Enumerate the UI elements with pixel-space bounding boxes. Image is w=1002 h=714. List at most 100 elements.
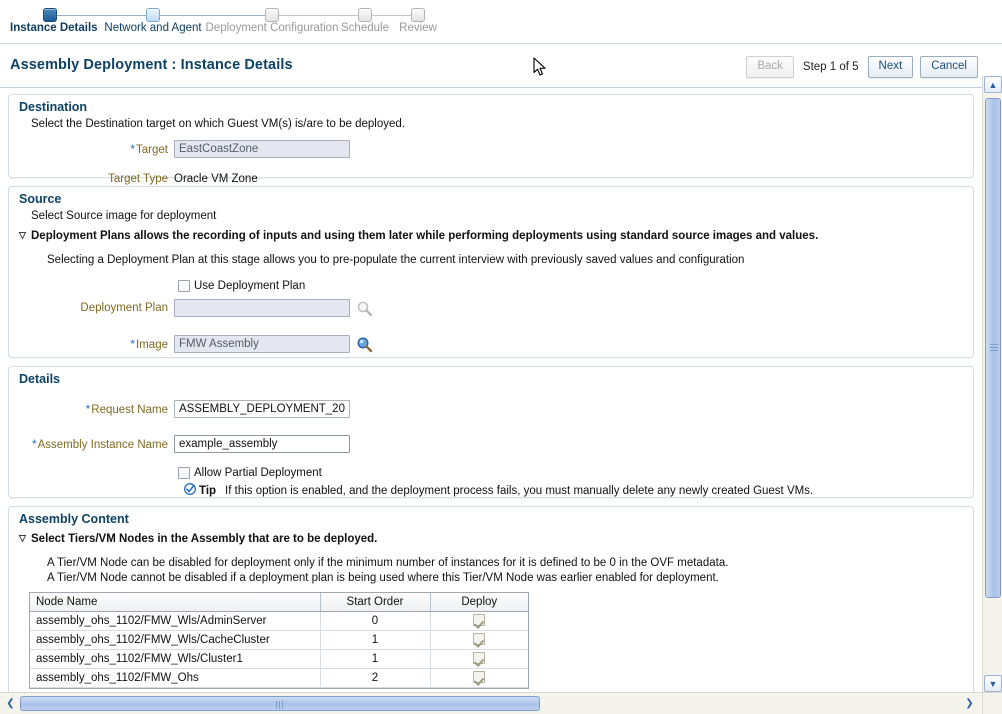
- table-body: assembly_ohs_1102/FMW_Wls/AdminServer 0 as…: [30, 611, 528, 688]
- deploy-checkbox[interactable]: [473, 614, 486, 626]
- column-header-node-name[interactable]: Node Name: [30, 593, 321, 612]
- panel-title-source: Source: [19, 192, 62, 206]
- request-name-input[interactable]: [174, 400, 350, 418]
- request-name-row: *Request Name: [9, 398, 973, 420]
- assembly-content-note-2: A Tier/VM Node cannot be disabled if a d…: [47, 572, 719, 584]
- column-header-deploy[interactable]: Deploy: [430, 593, 528, 612]
- use-deployment-plan-label: Use Deployment Plan: [194, 280, 306, 292]
- source-instruction: Select Source image for deployment: [31, 210, 217, 222]
- train-step-label-1: Instance Details: [10, 22, 98, 34]
- cell-deploy[interactable]: [430, 611, 528, 631]
- cell-start-order: 1: [320, 649, 431, 669]
- content-viewport: Destination Select the Destination targe…: [0, 88, 982, 692]
- step-counter: Step 1 of 5: [802, 61, 859, 73]
- deployment-plan-input[interactable]: [174, 299, 350, 317]
- deployment-plan-row: Deployment Plan: [9, 297, 973, 319]
- train-dot-1: [43, 8, 57, 22]
- use-deployment-plan-row: Use Deployment Plan: [9, 280, 973, 292]
- assembly-content-disclosure[interactable]: ▽ Select Tiers/VM Nodes in the Assembly …: [9, 531, 973, 547]
- target-label-wrap: *Target: [9, 142, 174, 156]
- tip-check-icon: [184, 483, 196, 498]
- image-input[interactable]: [174, 335, 350, 353]
- application-window: Instance Details Network and Agent Deplo…: [0, 0, 1002, 714]
- column-header-start-order[interactable]: Start Order: [320, 593, 431, 612]
- cell-node-name: assembly_ohs_1102/FMW_Ohs: [30, 668, 321, 688]
- image-row: *Image: [9, 333, 973, 355]
- scroll-up-button[interactable]: ▲: [984, 76, 1002, 93]
- request-name-label: Request Name: [91, 404, 168, 416]
- assembly-instance-name-label: Assembly Instance Name: [37, 439, 168, 451]
- source-disclosure-text: Selecting a Deployment Plan at this stag…: [47, 254, 745, 266]
- panel-title-destination: Destination: [19, 100, 88, 114]
- deploy-checkbox[interactable]: [473, 633, 486, 645]
- cancel-button[interactable]: Cancel: [920, 56, 978, 78]
- vertical-scrollbar[interactable]: ▲ ▼: [982, 76, 1002, 692]
- panel-source: Source Select Source image for deploymen…: [8, 186, 974, 358]
- deployment-plan-search-icon: [356, 300, 373, 317]
- panel-title-assembly-content: Assembly Content: [19, 512, 129, 526]
- train-dot-4: [358, 8, 372, 22]
- assembly-instance-name-row: *Assembly Instance Name: [9, 433, 973, 455]
- panel-assembly-content: Assembly Content ▽ Select Tiers/VM Nodes…: [8, 506, 974, 692]
- vertical-scroll-thumb[interactable]: [985, 98, 1001, 598]
- page-title: Assembly Deployment : Instance Details: [10, 57, 293, 73]
- tip-word: Tip: [199, 484, 217, 497]
- deployment-plan-label: Deployment Plan: [80, 302, 168, 314]
- panel-body-details: *Request Name *Assembly Instance Name: [9, 398, 973, 506]
- table-row[interactable]: assembly_ohs_1102/FMW_Wls/CacheCluster 1: [30, 630, 528, 650]
- horizontal-scroll-thumb[interactable]: [20, 696, 540, 711]
- cell-start-order: 0: [320, 611, 431, 631]
- allow-partial-deployment-row: Allow Partial Deployment: [9, 467, 973, 479]
- cell-start-order: 1: [320, 630, 431, 650]
- target-type-value: Oracle VM Zone: [174, 173, 258, 185]
- target-label: Target: [136, 144, 168, 156]
- train-step-label-5: Review: [399, 22, 437, 34]
- scroll-down-button[interactable]: ▼: [984, 675, 1002, 692]
- cell-node-name: assembly_ohs_1102/FMW_Wls/AdminServer: [30, 611, 321, 631]
- scroll-left-button[interactable]: ❮: [2, 695, 19, 712]
- back-button[interactable]: Back: [746, 56, 794, 78]
- image-search-icon[interactable]: [356, 336, 373, 353]
- assembly-instance-name-input[interactable]: [174, 435, 350, 453]
- table-row[interactable]: assembly_ohs_1102/FMW_Ohs 2: [30, 668, 528, 688]
- cell-deploy[interactable]: [430, 649, 528, 669]
- image-label-wrap: *Image: [9, 337, 174, 351]
- target-input[interactable]: [174, 140, 350, 158]
- train-connector-2: [153, 15, 272, 16]
- cell-deploy[interactable]: [430, 630, 528, 650]
- assembly-content-table: Node Name Start Order Deploy assembly_oh…: [30, 593, 528, 688]
- table-header-row: Node Name Start Order Deploy: [30, 593, 528, 612]
- image-label: Image: [136, 339, 168, 351]
- assembly-content-disclosure-heading: Select Tiers/VM Nodes in the Assembly th…: [31, 533, 378, 545]
- cell-deploy[interactable]: [430, 668, 528, 688]
- cell-start-order: 2: [320, 668, 431, 688]
- table-row[interactable]: assembly_ohs_1102/FMW_Wls/Cluster1 1: [30, 649, 528, 669]
- content-area: Destination Select the Destination targe…: [0, 94, 982, 692]
- source-disclosure-heading: Deployment Plans allows the recording of…: [31, 230, 819, 242]
- source-disclosure[interactable]: ▽ Deployment Plans allows the recording …: [9, 228, 973, 244]
- assembly-content-table-wrap: Node Name Start Order Deploy assembly_oh…: [29, 592, 529, 689]
- allow-partial-deployment-checkbox[interactable]: [178, 467, 190, 479]
- train-step-label-3: Deployment Configuration: [205, 22, 339, 34]
- use-deployment-plan-checkbox[interactable]: [178, 280, 190, 292]
- horizontal-thumb-grip: [276, 701, 284, 709]
- cell-node-name: assembly_ohs_1102/FMW_Wls/CacheCluster: [30, 630, 321, 650]
- scrollbar-corner: [982, 692, 1002, 714]
- deploy-checkbox[interactable]: [473, 652, 486, 664]
- next-button[interactable]: Next: [867, 56, 914, 78]
- deploy-checkbox[interactable]: [473, 671, 486, 683]
- horizontal-scrollbar[interactable]: ❮ ❯: [0, 692, 1002, 714]
- panel-destination: Destination Select the Destination targe…: [8, 94, 974, 185]
- vertical-scroll-track[interactable]: [983, 94, 1002, 674]
- train-step-label-2: Network and Agent: [104, 22, 202, 34]
- target-type-label: Target Type: [108, 173, 168, 185]
- scroll-right-button[interactable]: ❯: [961, 695, 978, 712]
- cell-node-name: assembly_ohs_1102/FMW_Wls/Cluster1: [30, 649, 321, 669]
- train-dot-2: [146, 8, 160, 22]
- panel-title-details: Details: [19, 372, 60, 386]
- train-dot-5: [411, 8, 425, 22]
- tip-row: Tip If this option is enabled, and the d…: [9, 483, 973, 498]
- panel-details: Details *Request Name *Assembly Instance…: [8, 366, 974, 498]
- triangle-down-icon: ▽: [19, 230, 26, 240]
- table-row[interactable]: assembly_ohs_1102/FMW_Wls/AdminServer 0: [30, 611, 528, 631]
